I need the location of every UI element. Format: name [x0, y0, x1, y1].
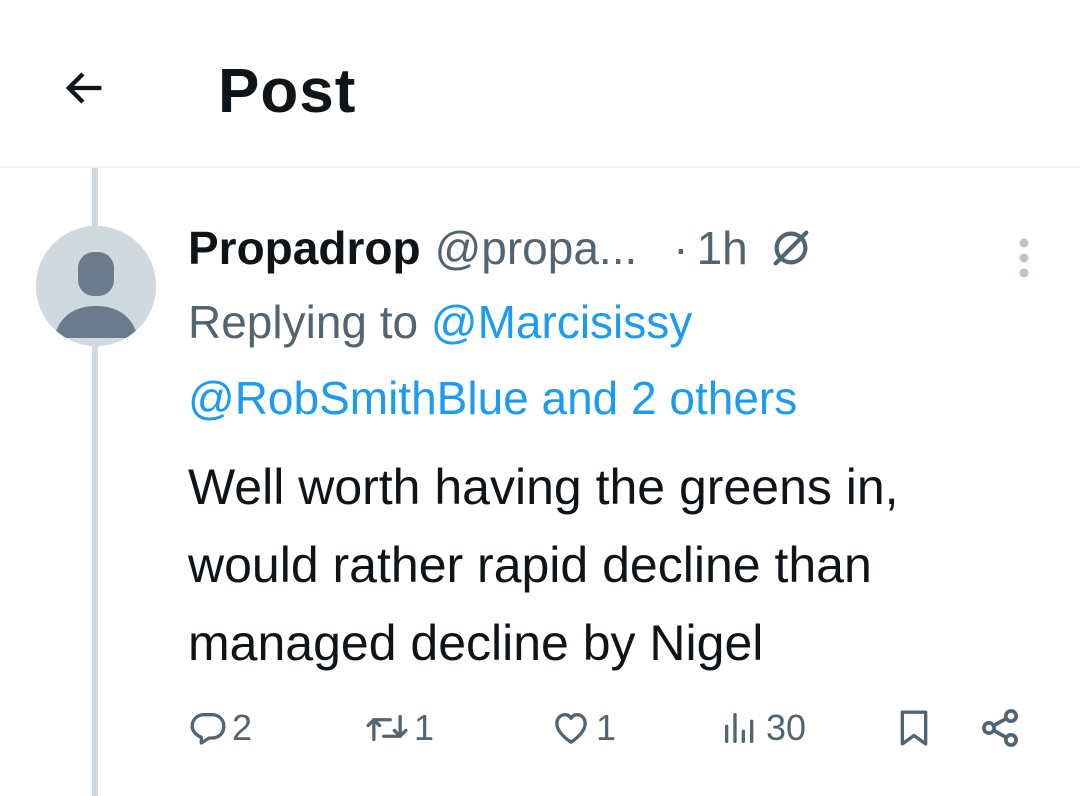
action-bar: 2 1 1 30: [188, 700, 1038, 756]
heart-icon: [555, 713, 587, 744]
page-title: Post: [218, 57, 357, 126]
post-body-line: Well worth having the greens in,: [188, 459, 899, 515]
author-name[interactable]: Propadrop: [188, 212, 421, 284]
bookmark-icon: [900, 710, 928, 746]
share-icon: [982, 709, 1018, 747]
meta-separator: ·: [673, 222, 689, 274]
view-count: 30: [766, 707, 807, 748]
top-bar: Post: [0, 0, 1080, 168]
bookmark-button[interactable]: [894, 700, 934, 756]
reply-count: 2: [232, 707, 253, 748]
reply-icon: [190, 713, 226, 745]
post-body-line: would rather rapid decline than: [188, 537, 872, 593]
more-options-button[interactable]: [1006, 228, 1042, 288]
more-vertical-icon: [1019, 238, 1029, 278]
replying-to-label: Replying to: [188, 296, 419, 348]
post-time[interactable]: 1h: [697, 212, 748, 284]
post-content: Propadrop @propa... · 1h Replying to @Ma…: [188, 212, 1048, 682]
default-avatar-icon: [36, 226, 156, 346]
back-button[interactable]: [52, 56, 116, 120]
share-button[interactable]: [978, 700, 1022, 756]
no-circle-icon: [768, 225, 814, 271]
repost-icon: [366, 714, 408, 742]
repost-button[interactable]: 1: [364, 700, 434, 756]
author-handle[interactable]: @propa...: [435, 212, 638, 284]
repost-count: 1: [414, 707, 435, 748]
views-button[interactable]: 30: [718, 700, 806, 756]
arrow-left-icon: [65, 72, 102, 104]
analytics-icon: [725, 713, 754, 743]
reply-button[interactable]: 2: [188, 700, 252, 756]
post-body: Well worth having the greens in, would r…: [188, 448, 1048, 682]
post-meta: Propadrop @propa... · 1h: [188, 212, 1048, 284]
post-body-line: managed decline by Nigel: [188, 615, 764, 671]
mention-link-others[interactable]: @RobSmithBlue and 2 others: [188, 360, 1048, 436]
mention-link[interactable]: @Marcisissy: [431, 296, 692, 348]
avatar[interactable]: [36, 226, 156, 346]
like-count: 1: [596, 707, 617, 748]
like-button[interactable]: 1: [550, 700, 616, 756]
replying-to: Replying to @Marcisissy: [188, 284, 1048, 360]
